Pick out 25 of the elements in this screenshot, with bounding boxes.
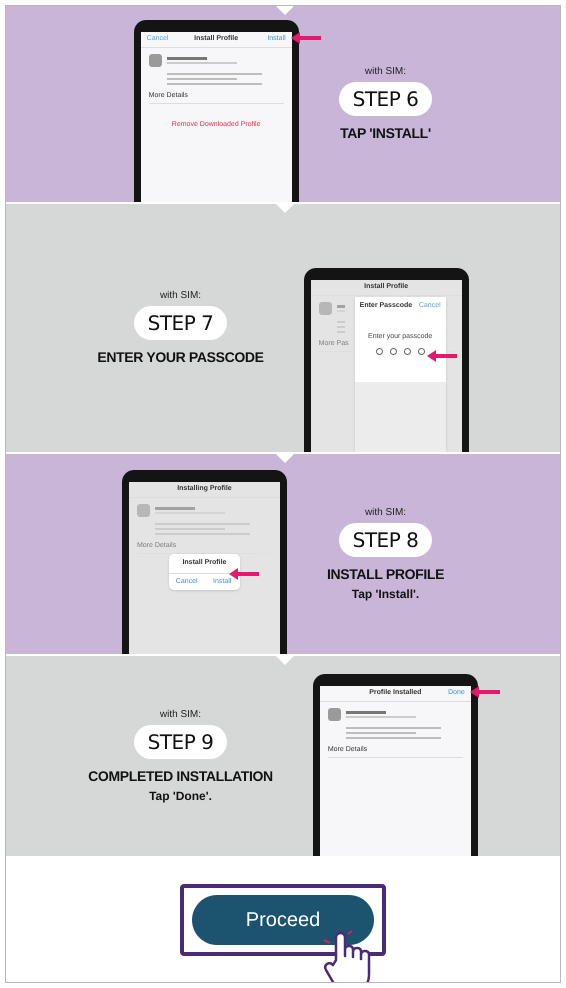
with-sim-label: with SIM: <box>364 65 406 79</box>
step-pill: STEP 8 <box>338 523 432 557</box>
step-pill: STEP 7 <box>134 306 228 340</box>
step-title: COMPLETED INSTALLATION <box>88 767 273 786</box>
blurred-text-line <box>166 62 237 64</box>
step-pill: STEP 6 <box>338 82 432 116</box>
with-sim-label: with SIM: <box>160 289 202 303</box>
step-instruction: Tap 'Done'. <box>149 788 212 805</box>
step-title: TAP 'INSTALL' <box>340 124 431 143</box>
pointer-arrow-icon <box>290 32 321 44</box>
blurred-text-line <box>346 711 386 714</box>
blurred-text-line <box>166 57 207 60</box>
step-title: ENTER YOUR PASSCODE <box>97 348 264 367</box>
blurred-text-line <box>346 732 416 734</box>
pointer-arrow-icon <box>426 350 457 362</box>
pointer-arrow-icon <box>470 686 500 698</box>
step-title: INSTALL PROFILE <box>326 565 444 584</box>
blurred-text-line <box>154 507 195 510</box>
proceed-button[interactable]: Proceed <box>192 895 374 945</box>
with-sim-label: with SIM: <box>160 708 202 722</box>
step-instruction: Tap 'Install'. <box>352 586 420 603</box>
step-pill: STEP 9 <box>134 725 228 759</box>
blurred-text-line <box>346 716 416 718</box>
with-sim-label: with SIM: <box>364 506 406 520</box>
blurred-text-line <box>166 78 237 80</box>
